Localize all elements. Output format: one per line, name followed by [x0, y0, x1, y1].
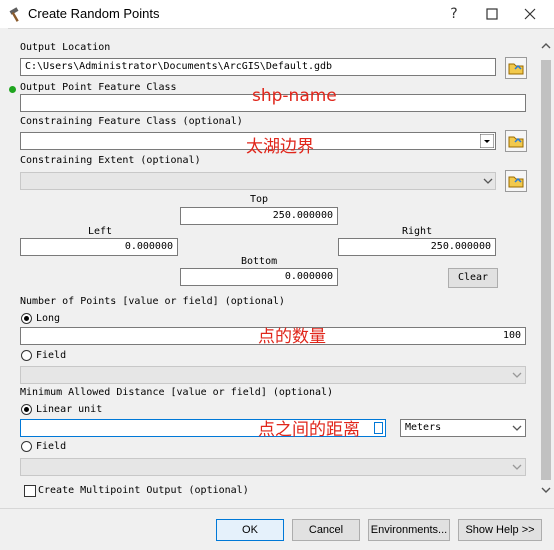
- maximize-icon[interactable]: [480, 4, 504, 24]
- constraining-fc-label: Constraining Feature Class (optional): [20, 116, 243, 127]
- annotation-shp-name: shp-name: [252, 86, 337, 106]
- constraining-extent-select[interactable]: [20, 172, 496, 190]
- annotation-constraining-fc: 太湖边界: [246, 137, 314, 157]
- output-fc-label: Output Point Feature Class: [20, 82, 177, 93]
- output-location-input[interactable]: C:\Users\Administrator\Documents\ArcGIS\…: [20, 58, 496, 76]
- linear-unit-radio[interactable]: [21, 404, 32, 415]
- long-radio[interactable]: [21, 313, 32, 324]
- output-location-label: Output Location: [20, 42, 111, 53]
- output-location-browse-button[interactable]: [505, 57, 527, 79]
- multipoint-checkbox[interactable]: [24, 485, 36, 497]
- chevron-down-icon[interactable]: [480, 134, 494, 148]
- extent-browse-button[interactable]: [505, 170, 527, 192]
- chevron-down-icon[interactable]: [510, 460, 524, 474]
- folder-icon: [508, 136, 524, 148]
- folder-icon: [508, 176, 524, 188]
- annotation-num-points: 点的数量: [258, 327, 326, 347]
- annotation-min-distance: 点之间的距离: [258, 420, 360, 440]
- vertical-scrollbar[interactable]: [538, 36, 554, 502]
- extent-bottom-label: Bottom: [241, 256, 278, 267]
- extent-right-input[interactable]: 250.000000: [338, 238, 496, 256]
- multipoint-label: Create Multipoint Output (optional): [38, 485, 249, 496]
- num-points-field-label: Field: [36, 350, 67, 361]
- help-icon[interactable]: ?: [442, 4, 466, 24]
- cancel-button[interactable]: Cancel: [292, 519, 360, 541]
- num-points-field-select[interactable]: [20, 366, 526, 384]
- extent-top-input[interactable]: 250.000000: [180, 207, 338, 225]
- chevron-down-icon[interactable]: [510, 421, 524, 435]
- constraining-fc-browse-button[interactable]: [505, 130, 527, 152]
- min-distance-field-select[interactable]: [20, 458, 526, 476]
- close-icon[interactable]: [518, 4, 542, 24]
- extent-top-label: Top: [250, 194, 269, 205]
- scroll-down-icon[interactable]: [538, 484, 554, 496]
- linear-unit-label: Linear unit: [36, 404, 103, 415]
- extent-left-label: Left: [88, 226, 113, 237]
- chevron-down-icon[interactable]: [510, 368, 524, 382]
- min-distance-field-label: Field: [36, 441, 67, 452]
- num-points-label: Number of Points [value or field] (optio…: [20, 296, 285, 307]
- ok-button[interactable]: OK: [216, 519, 284, 541]
- show-help-button[interactable]: Show Help >>: [458, 519, 542, 541]
- clear-button[interactable]: Clear: [448, 268, 498, 288]
- constraining-extent-label: Constraining Extent (optional): [20, 155, 201, 166]
- unit-select[interactable]: Meters: [400, 419, 526, 437]
- extent-left-input[interactable]: 0.000000: [20, 238, 178, 256]
- extent-right-label: Right: [402, 226, 433, 237]
- num-points-field-radio[interactable]: [21, 350, 32, 361]
- environments-button[interactable]: Environments...: [368, 519, 450, 541]
- required-dot-icon: [9, 86, 16, 93]
- long-radio-label: Long: [36, 313, 61, 324]
- spin-icon[interactable]: [374, 422, 383, 434]
- chevron-down-icon[interactable]: [481, 174, 495, 188]
- extent-bottom-input[interactable]: 0.000000: [180, 268, 338, 286]
- scroll-up-icon[interactable]: [538, 40, 554, 52]
- folder-icon: [508, 63, 524, 75]
- scroll-thumb[interactable]: [541, 60, 551, 480]
- min-distance-label: Minimum Allowed Distance [value or field…: [20, 387, 334, 398]
- hammer-tool-icon: [9, 7, 19, 22]
- window-title: Create Random Points: [28, 6, 160, 21]
- min-distance-field-radio[interactable]: [21, 441, 32, 452]
